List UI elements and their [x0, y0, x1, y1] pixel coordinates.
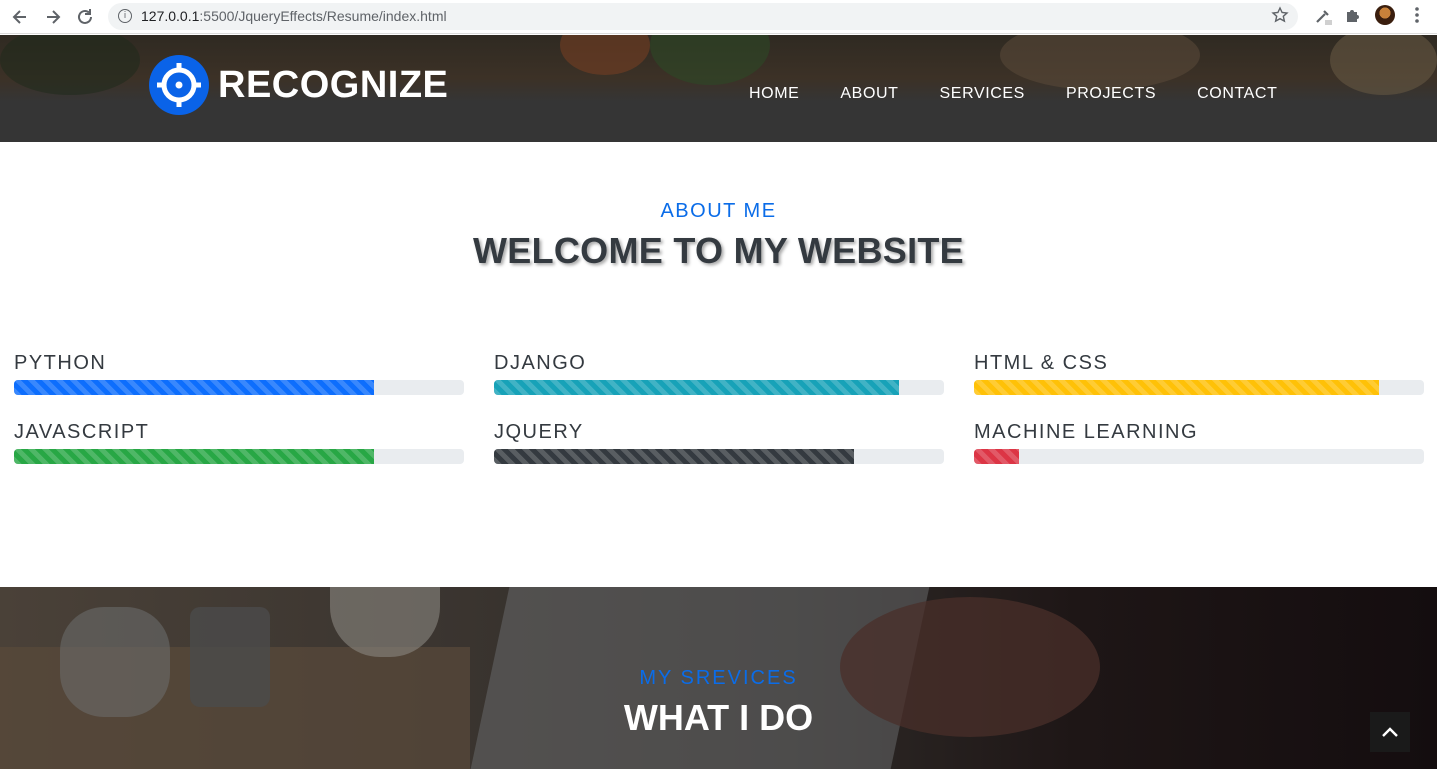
skill-label: JQUERY [494, 421, 584, 443]
header-bg-shape [560, 35, 650, 75]
crosshair-icon [149, 55, 209, 115]
browser-toolbar: i 127.0.0.1:5500/JqueryEffects/Resume/in… [0, 0, 1437, 34]
skill-label: HTML & CSS [974, 352, 1109, 374]
header-bg-shape [650, 35, 770, 85]
skill-html-css: HTML & CSS [974, 352, 1424, 395]
skill-label: MACHINE LEARNING [974, 421, 1199, 443]
brand-logo[interactable]: RECOGNIZE [149, 55, 448, 115]
skill-label: DJANGO [494, 352, 587, 374]
profile-avatar[interactable] [1375, 5, 1395, 25]
services-subtitle: MY SREVICES [639, 667, 798, 689]
services-section: MY SREVICES WHAT I DO [0, 587, 1437, 769]
about-subtitle: ABOUT ME [660, 200, 777, 222]
chevron-up-icon [1382, 727, 1398, 737]
progress-track [974, 380, 1424, 395]
nav-projects[interactable]: PROJECTS [1066, 85, 1156, 103]
site-header: RECOGNIZE HOME ABOUT SERVICES PROJECTS C… [0, 35, 1437, 142]
address-bar[interactable]: i 127.0.0.1:5500/JqueryEffects/Resume/in… [108, 3, 1298, 30]
skill-python: PYTHON [14, 352, 464, 395]
skill-jquery: JQUERY [494, 421, 944, 464]
about-title: WELCOME TO MY WEBSITE [473, 230, 964, 271]
nav-services[interactable]: SERVICES [940, 85, 1025, 103]
services-title: WHAT I DO [623, 697, 814, 738]
progress-fill [14, 380, 374, 395]
progress-track [14, 449, 464, 464]
scroll-to-top-button[interactable] [1370, 712, 1410, 752]
header-bg-shape [1330, 35, 1437, 95]
progress-track [494, 380, 944, 395]
forward-arrow-icon[interactable] [42, 6, 64, 28]
url-path: :5500/JqueryEffects/Resume/index.html [199, 8, 447, 24]
pen-holder-shape [190, 607, 270, 707]
skill-javascript: JAVASCRIPT [14, 421, 464, 464]
skill-machine-learning: MACHINE LEARNING [974, 421, 1424, 464]
skill-label: PYTHON [14, 352, 107, 374]
back-arrow-icon[interactable] [9, 6, 31, 28]
puzzle-icon[interactable] [1342, 6, 1364, 28]
eyedropper-icon[interactable] [1312, 6, 1334, 28]
star-icon[interactable] [1271, 6, 1289, 29]
kebab-menu-icon[interactable] [1406, 6, 1428, 28]
info-icon[interactable]: i [118, 9, 132, 23]
skill-label: JAVASCRIPT [14, 421, 150, 443]
nav-home[interactable]: HOME [749, 85, 799, 103]
reload-icon[interactable] [74, 6, 96, 28]
skill-django: DJANGO [494, 352, 944, 395]
header-bg-shape [1000, 35, 1200, 90]
progress-fill [494, 380, 899, 395]
url-host: 127.0.0.1 [141, 8, 200, 24]
progress-track [494, 449, 944, 464]
nav-contact[interactable]: CONTACT [1197, 85, 1277, 103]
brand-name: RECOGNIZE [218, 63, 449, 106]
nav-about[interactable]: ABOUT [840, 85, 898, 103]
progress-track [974, 449, 1424, 464]
progress-fill [14, 449, 374, 464]
url-text[interactable]: 127.0.0.1:5500/JqueryEffects/Resume/inde… [141, 8, 447, 24]
progress-fill [494, 449, 854, 464]
main-nav: HOME ABOUT SERVICES PROJECTS CONTACT [749, 85, 1318, 103]
progress-fill [974, 449, 1019, 464]
header-bg-shape [0, 35, 140, 95]
progress-fill [974, 380, 1379, 395]
progress-track [14, 380, 464, 395]
